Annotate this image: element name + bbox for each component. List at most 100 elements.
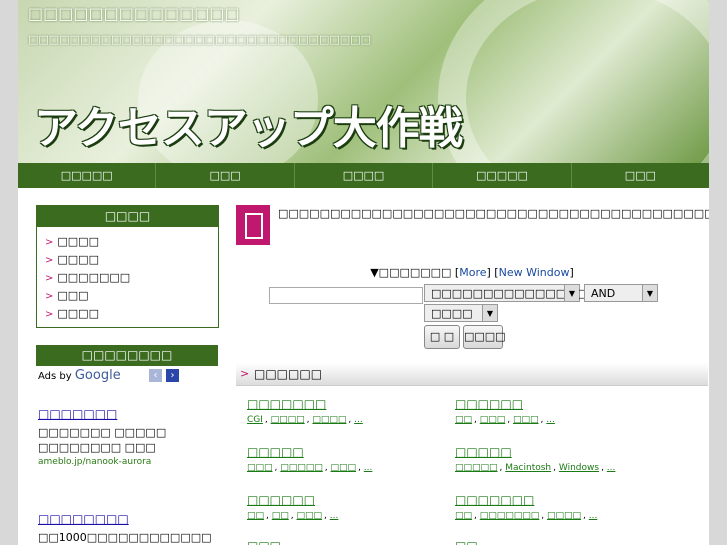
mode-select[interactable]: AND ▼: [584, 284, 658, 302]
sidebar-item-label[interactable]: □□□□: [57, 307, 99, 320]
subcategory-link[interactable]: □□□□: [271, 415, 305, 425]
category-title[interactable]: □□□□□□□: [247, 397, 447, 411]
more-subcategories-link[interactable]: ...: [607, 463, 616, 473]
category-select[interactable]: □□□□□□□□□□□□□□□□□□□ ▼: [424, 284, 628, 302]
chevron-right-icon: >: [45, 237, 54, 248]
more-subcategories-link[interactable]: ...: [546, 415, 555, 425]
category-item: □□□□□□ □□, □□, □□□, ...: [247, 493, 447, 521]
subcategory-link[interactable]: □□□□□: [280, 463, 323, 473]
ad-item: □□□□□□□□ □□1000□□□□□□□□□□□□ □□□: [38, 512, 218, 545]
ads-by-label: Ads by: [38, 371, 72, 382]
ads-by-google[interactable]: Ads by Google: [38, 368, 121, 383]
subcategory-link[interactable]: □□□□□□□: [480, 511, 540, 521]
nav-item-1[interactable]: □□□□□: [18, 163, 157, 188]
subcategory-link[interactable]: □□: [455, 511, 472, 521]
ads-heading: □□□□□□□□: [36, 345, 218, 366]
site-description: □□□□□□□□□□□□□□□□□□□□□□□□□□□□□□□□□: [28, 33, 371, 46]
count-select-value: □□□□: [431, 307, 473, 320]
category-item: □□□: [247, 539, 447, 545]
search-header: ▼□□□□□□□ [More] [New Window]: [370, 266, 574, 279]
category-item: □□□□□□□ □□, □□□□□□□, □□□□, ...: [455, 493, 655, 521]
site-logo[interactable]: アクセスアップ大作戦: [34, 92, 463, 156]
nav-item-2[interactable]: □□□: [156, 163, 295, 188]
chevron-right-icon: >: [240, 367, 250, 380]
count-select[interactable]: □□□□ ▼: [424, 304, 498, 322]
category-item: □□□□□□ □□, □□□, □□□, ...: [455, 397, 655, 425]
ad-description: □□1000□□□□□□□□□□□□ □□□: [38, 531, 212, 544]
site-title[interactable]: □□□□□□□□□□□□□□: [28, 4, 240, 23]
ads-prev-button[interactable]: ‹: [149, 369, 162, 382]
more-subcategories-link[interactable]: ...: [364, 463, 373, 473]
category-title[interactable]: □□□□□□: [455, 397, 655, 411]
sidebar-item[interactable]: > □□□□: [45, 251, 218, 269]
ad-description: □□□□□□□ □□□□□ □□□□□□□□ □□□: [38, 426, 167, 454]
subcategory-link[interactable]: □□□: [513, 415, 539, 425]
ad-title[interactable]: □□□□□□□□: [38, 512, 218, 526]
sidebar-item-label[interactable]: □□□□: [57, 235, 99, 248]
ad-url[interactable]: ameblo.jp/nanook-aurora: [38, 457, 218, 467]
category-heading-label: □□□□□□: [254, 367, 323, 381]
page-frame: □□□□□□□□□□□□□□ □□□□□□□□□□□□□□□□□□□□□□□□□…: [18, 0, 709, 545]
google-logo: Google: [74, 368, 121, 383]
nav-item-3[interactable]: □□□□: [295, 163, 434, 188]
category-title[interactable]: □□□□□: [455, 445, 655, 459]
category-item: □□□□□ □□□□□, Macintosh, Windows, ...: [455, 445, 655, 473]
notice-icon: [236, 205, 270, 245]
sidebar-item-label[interactable]: □□□□□□□: [57, 271, 130, 284]
sidebar-item[interactable]: > □□□□: [45, 233, 218, 251]
search-input[interactable]: [269, 287, 423, 304]
chevron-right-icon: >: [45, 291, 54, 302]
chevron-down-icon: ▼: [482, 305, 497, 321]
subcategory-link[interactable]: □□□□: [547, 511, 581, 521]
nav-item-5[interactable]: □□□: [572, 163, 709, 188]
subcategory-link[interactable]: □□□□: [312, 415, 346, 425]
ad-title[interactable]: □□□□□□□: [38, 407, 218, 421]
category-title[interactable]: □□□□□□: [247, 493, 447, 507]
subcategory-link[interactable]: □□: [247, 511, 264, 521]
more-subcategories-link[interactable]: ...: [330, 511, 339, 521]
subcategory-link[interactable]: CGI: [247, 415, 263, 425]
chevron-down-icon: ▼: [642, 285, 657, 301]
notice-body: □□□□□□□□□□□□□□□□□□□□□□□□□□□□□□□□□□□□□□□□…: [278, 207, 709, 220]
subcategory-link[interactable]: □□□: [331, 463, 357, 473]
notice-text: □□□□□□□□□□□□□□□□□□□□□□□□□□□□□□□□□□□□□□□□…: [278, 205, 709, 222]
subcategory-link[interactable]: □□: [272, 511, 289, 521]
category-title[interactable]: □□□: [247, 539, 447, 545]
sidebar-item[interactable]: > □□□□□□□: [45, 269, 218, 287]
category-item: □□: [455, 539, 655, 545]
ads-next-button[interactable]: ›: [166, 369, 179, 382]
search-button[interactable]: □ □: [424, 325, 460, 349]
category-title[interactable]: □□□□□: [247, 445, 447, 459]
nav-item-4[interactable]: □□□□□: [433, 163, 572, 188]
search-label: ▼□□□□□□□: [370, 266, 452, 279]
more-link[interactable]: More: [459, 266, 486, 279]
sidebar-item-label[interactable]: □□□: [57, 289, 88, 302]
main-nav: □□□□□ □□□ □□□□ □□□□□ □□□: [18, 163, 709, 188]
subcategory-link[interactable]: □□□: [480, 415, 506, 425]
new-window-link[interactable]: New Window: [499, 266, 570, 279]
subcategory-link[interactable]: □□□□□: [455, 463, 498, 473]
subcategory-link[interactable]: □□□: [297, 511, 323, 521]
sidebar-item[interactable]: > □□□□: [45, 305, 218, 323]
sidebar-menu-heading: □□□□: [37, 206, 218, 227]
sidebar-menu: □□□□ > □□□□ > □□□□ > □□□□□□□ > □□□ > □□□□: [36, 205, 219, 328]
category-title[interactable]: □□□□□□□: [455, 493, 655, 507]
subcategory-link[interactable]: □□□: [247, 463, 273, 473]
chevron-right-icon: >: [45, 309, 54, 320]
chevron-down-icon: ▼: [564, 285, 579, 301]
more-subcategories-link[interactable]: ...: [589, 511, 598, 521]
ad-item: □□□□□□□ □□□□□□□ □□□□□ □□□□□□□□ □□□ amebl…: [38, 407, 218, 467]
sidebar-item-label[interactable]: □□□□: [57, 253, 99, 266]
subcategory-link[interactable]: Macintosh: [505, 463, 551, 473]
category-item: □□□□□ □□□, □□□□□, □□□, ...: [247, 445, 447, 473]
reset-button[interactable]: □□□□: [463, 325, 506, 349]
category-heading: > □□□□□□: [236, 363, 708, 386]
header-swoosh: [438, 0, 709, 163]
more-subcategories-link[interactable]: ...: [354, 415, 363, 425]
category-title[interactable]: □□: [455, 539, 655, 545]
chevron-right-icon: >: [45, 273, 54, 284]
subcategory-link[interactable]: □□: [455, 415, 472, 425]
subcategory-link[interactable]: Windows: [559, 463, 599, 473]
mode-select-value: AND: [591, 287, 616, 300]
sidebar-item[interactable]: > □□□: [45, 287, 218, 305]
